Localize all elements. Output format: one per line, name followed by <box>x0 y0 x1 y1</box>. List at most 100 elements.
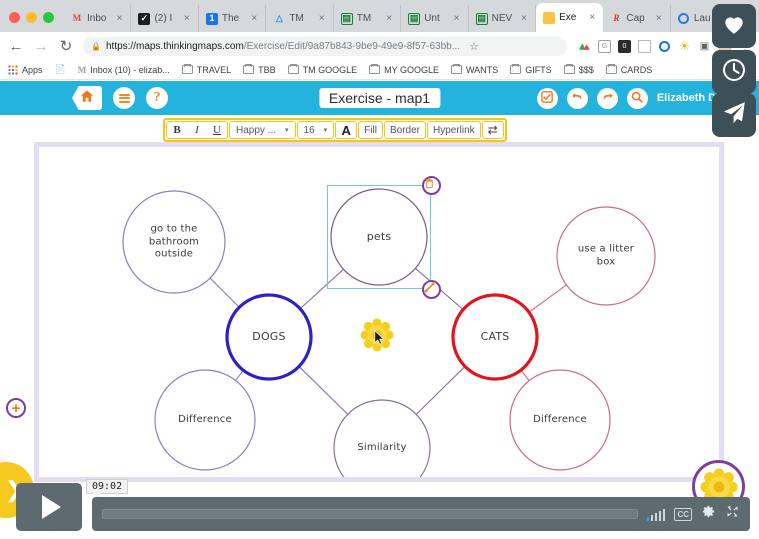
menu-button[interactable] <box>113 87 135 109</box>
bookmark-item-4[interactable]: TBB <box>243 63 276 75</box>
hyperlink-label: Hyperlink <box>432 124 475 136</box>
progress-bar[interactable] <box>102 509 638 519</box>
browser-tab-7[interactable]: Exe × <box>536 3 604 32</box>
swap-button[interactable]: ⇄ <box>481 121 504 139</box>
home-button[interactable] <box>72 86 102 110</box>
browser-tab-8[interactable]: R Cap × <box>603 5 671 32</box>
browser-tab-0[interactable]: M Inbo × <box>64 5 132 32</box>
save-button[interactable] <box>536 87 558 109</box>
window-controls <box>0 12 64 32</box>
red-r-icon: R <box>613 13 620 23</box>
selection-box[interactable] <box>327 185 431 289</box>
redo-icon <box>601 90 614 106</box>
font-family-select[interactable]: Happy ... ▾ <box>229 121 296 139</box>
folder-icon <box>243 63 255 74</box>
document-title[interactable]: Exercise - map1 <box>318 88 441 108</box>
cc-button[interactable]: CC <box>674 507 692 521</box>
browser-tab-3[interactable]: △ TM × <box>266 5 334 32</box>
clock-icon-button[interactable] <box>712 50 756 94</box>
close-window-button[interactable] <box>9 12 20 23</box>
close-tab-button[interactable]: × <box>589 12 598 23</box>
bookmark-item-3[interactable]: TRAVEL <box>181 63 231 75</box>
app-header: ? Exercise - map1 Elizabeth Del... <box>0 81 759 115</box>
close-tab-button[interactable]: × <box>251 13 260 24</box>
address-bar[interactable]: 🔒 https://maps.thinkingmaps.com/Exercise… <box>83 36 567 56</box>
undo-button[interactable] <box>566 87 588 109</box>
bubble-topic-dogs[interactable] <box>225 293 313 381</box>
back-button[interactable]: ← <box>8 38 24 55</box>
gmail-icon: M <box>77 64 87 75</box>
fullscreen-icon[interactable] <box>725 504 740 524</box>
play-button[interactable] <box>16 483 82 531</box>
add-node-button[interactable]: + <box>6 398 26 418</box>
close-tab-button[interactable]: × <box>319 13 328 24</box>
bookmark-item-8[interactable]: GIFTS <box>510 63 552 75</box>
redo-button[interactable] <box>596 87 618 109</box>
bubble-outer-litter[interactable] <box>556 206 656 306</box>
settings-gear-icon[interactable] <box>701 504 716 524</box>
browser-tab-6[interactable]: ▤ NEV × <box>469 5 537 32</box>
forward-button[interactable]: → <box>33 38 49 55</box>
extension-sun-icon[interactable]: ☀ <box>678 39 691 53</box>
bubble-diff-left[interactable] <box>154 369 256 471</box>
close-tab-button[interactable]: × <box>454 13 463 24</box>
heart-icon-button[interactable] <box>712 4 756 48</box>
video-player-controls: 09:02 CC <box>8 477 750 533</box>
flower-node-icon[interactable] <box>360 318 394 352</box>
search-icon <box>631 91 643 106</box>
reload-button[interactable]: ↻ <box>58 37 74 55</box>
bookmark-item-9[interactable]: $$$ <box>563 63 594 75</box>
extension-page-icon[interactable] <box>638 39 651 53</box>
bubble-outer-left-top[interactable] <box>122 190 226 294</box>
extension-circle-icon[interactable] <box>658 40 671 53</box>
bookmark-item-7[interactable]: WANTS <box>451 63 498 75</box>
font-size-select[interactable]: 16 ▾ <box>296 121 335 139</box>
browser-tab-5[interactable]: ▤ Unt × <box>401 5 469 32</box>
bookmark-item-0[interactable]: Apps <box>8 64 43 75</box>
map-canvas[interactable]: go to the bathroom outside pets use a litter… <box>34 142 724 482</box>
extension-square-icon[interactable]: G <box>598 39 611 53</box>
search-button[interactable] <box>626 87 648 109</box>
italic-button[interactable]: I <box>187 122 207 138</box>
bookmark-star-icon[interactable]: ☆ <box>469 40 479 53</box>
fill-button[interactable]: Fill <box>358 121 383 139</box>
bookmark-item-6[interactable]: MY GOOGLE <box>369 63 439 75</box>
help-button[interactable]: ? <box>146 87 168 109</box>
paper-plane-icon-button[interactable] <box>712 93 756 137</box>
resize-handle-button[interactable] <box>422 280 441 299</box>
close-tab-button[interactable]: × <box>521 13 530 24</box>
heart-icon <box>721 11 747 42</box>
hyperlink-button[interactable]: Hyperlink <box>426 121 481 139</box>
extension-camera-icon[interactable]: ▣ <box>698 40 711 53</box>
maximize-window-button[interactable] <box>43 12 54 23</box>
bookmark-item-1[interactable]: 📄 <box>55 64 66 75</box>
extension-dark-icon[interactable]: 0 <box>618 39 631 53</box>
text-color-button[interactable]: A <box>335 121 358 139</box>
fill-label: Fill <box>364 124 377 136</box>
google-sheets-icon: ▤ <box>475 12 488 25</box>
tab-label: Cap <box>626 13 645 24</box>
border-label: Border <box>389 124 420 136</box>
minimize-window-button[interactable] <box>26 12 37 23</box>
bold-button[interactable]: B <box>167 122 187 138</box>
volume-icon[interactable] <box>646 508 666 521</box>
extension-colorful-icon[interactable] <box>578 40 591 53</box>
bookmark-item-2[interactable]: M Inbox (10) - elizab... <box>78 65 170 75</box>
browser-tab-2[interactable]: 1 The × <box>199 5 267 32</box>
delete-handle-button[interactable] <box>422 176 441 195</box>
bubble-topic-cats[interactable] <box>451 293 539 381</box>
browser-tabs: M Inbo × ✓ (2) I × 1 The × △ TM × ▤ TM × ▤ Unt × ▤ NEV × Exe ×… <box>64 3 739 32</box>
close-tab-button[interactable]: × <box>184 13 193 24</box>
border-button[interactable]: Border <box>383 121 426 139</box>
browser-tab-1[interactable]: ✓ (2) I × <box>131 5 199 32</box>
close-tab-button[interactable]: × <box>386 13 395 24</box>
browser-tab-4[interactable]: ▤ TM × <box>334 5 402 32</box>
bubble-similarity[interactable] <box>333 399 431 477</box>
close-tab-button[interactable]: × <box>656 13 665 24</box>
bubble-diff-right[interactable] <box>509 369 611 471</box>
underline-button[interactable]: U <box>207 122 227 138</box>
close-tab-button[interactable]: × <box>116 13 125 24</box>
bookmark-item-10[interactable]: CARDS <box>605 63 652 75</box>
folder-icon <box>181 63 193 74</box>
bookmark-item-5[interactable]: TM GOOGLE <box>287 63 357 75</box>
